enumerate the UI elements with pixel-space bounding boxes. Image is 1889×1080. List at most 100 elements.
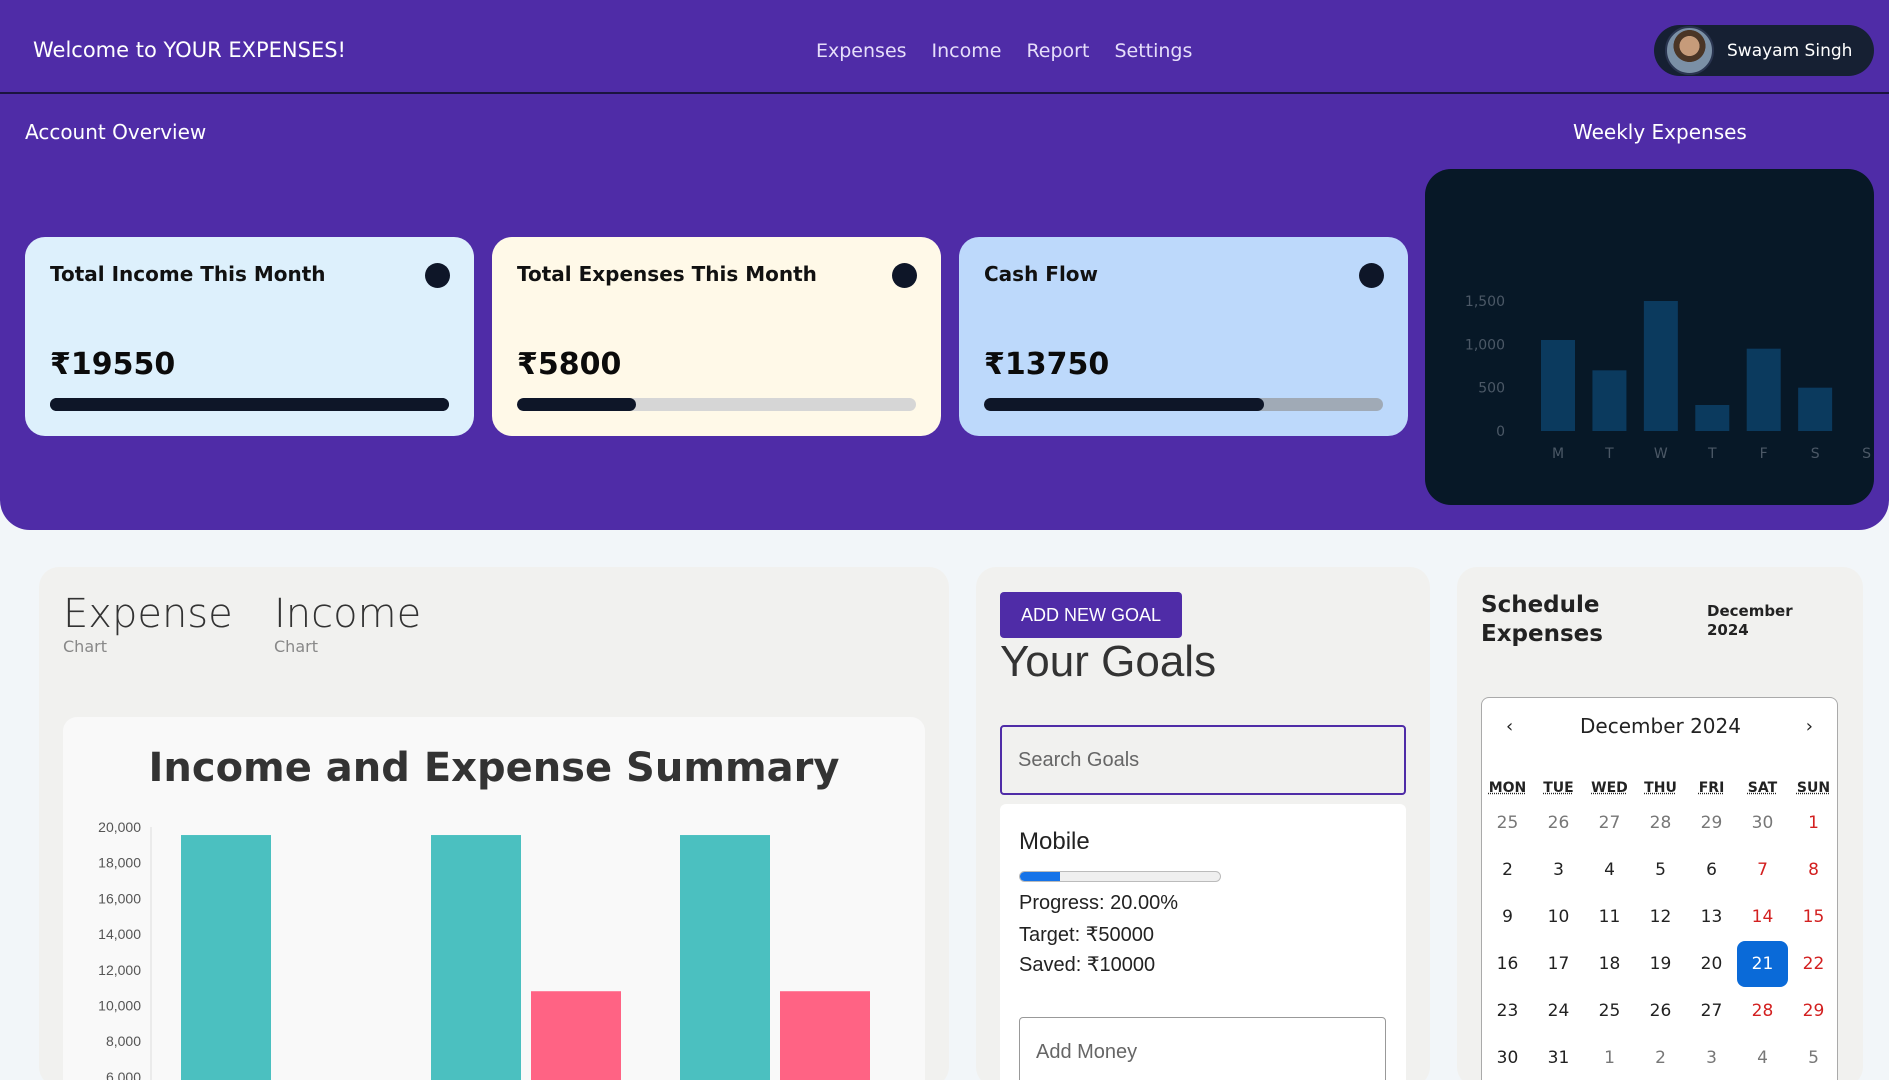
calendar-day[interactable]: 30 [1737,800,1788,846]
goal-name: Mobile [1019,828,1090,855]
calendar-day[interactable]: 29 [1788,988,1839,1034]
calendar-day[interactable]: 2 [1635,1035,1686,1080]
calendar-day[interactable]: 16 [1482,941,1533,987]
calendar-day[interactable]: 29 [1686,800,1737,846]
calendar-day[interactable]: 14 [1737,894,1788,940]
calendar-day[interactable]: 6 [1686,847,1737,893]
calendar-day[interactable]: 21 [1737,941,1788,987]
calendar-day[interactable]: 26 [1635,988,1686,1034]
calendar-day[interactable]: 13 [1686,894,1737,940]
calendar-week-row: 2345678 [1482,847,1839,893]
calendar-day[interactable]: 9 [1482,894,1533,940]
calendar-day[interactable]: 20 [1686,941,1737,987]
calendar-day[interactable]: 22 [1788,941,1839,987]
user-name: Swayam Singh [1727,40,1853,61]
calendar-day[interactable]: 7 [1737,847,1788,893]
calendar-day[interactable]: 5 [1788,1035,1839,1080]
user-profile-button[interactable]: Swayam Singh [1654,25,1874,76]
welcome-text: Welcome to YOUR EXPENSES! [33,38,346,62]
calendar-day[interactable]: 1 [1584,1035,1635,1080]
weekday-label: TUE [1543,780,1574,796]
tab-expense-chart[interactable]: Expense Chart [63,591,233,656]
calendar-day[interactable]: 3 [1533,847,1584,893]
calendar-day[interactable]: 2 [1482,847,1533,893]
calendar-day[interactable]: 26 [1533,800,1584,846]
calendar-day[interactable]: 3 [1686,1035,1737,1080]
x-tick-label: F [1760,446,1768,462]
calendar-week-row: 23 24 25 26 27 28 29 [1482,988,1839,1034]
calendar-day[interactable]: 5 [1635,847,1686,893]
y-tick-label: 1,000 [1465,337,1505,353]
calendar-weekday-header: MON TUE WED THU FRI SAT SUN [1482,780,1839,796]
search-goals-input[interactable] [1000,725,1406,795]
nav-link-report[interactable]: Report [1026,40,1089,62]
add-new-goal-button[interactable]: ADD NEW GOAL [1000,592,1182,638]
calendar-day[interactable]: 25 [1482,800,1533,846]
weekday-label: WED [1591,780,1628,796]
summary-bar [780,991,870,1080]
header-band: Welcome to YOUR EXPENSES! Expenses Incom… [0,0,1889,530]
calendar-day[interactable]: 28 [1635,800,1686,846]
calendar-day[interactable]: 17 [1533,941,1584,987]
calendar-day[interactable]: 25 [1584,988,1635,1034]
calendar-day[interactable]: 4 [1737,1035,1788,1080]
calendar-day[interactable]: 4 [1584,847,1635,893]
goal-card: Mobile Progress: 20.00% Target: ₹50000 S… [1000,804,1406,1080]
nav-links: Expenses Income Report Settings [816,40,1192,62]
goals-title: Your Goals [1000,637,1217,686]
calendar-day[interactable]: 18 [1584,941,1635,987]
y-tick-label: 500 [1478,381,1505,397]
avatar [1665,26,1714,75]
y-tick-label: 18,000 [98,855,141,871]
calendar-day[interactable]: 27 [1686,988,1737,1034]
calendar-day[interactable]: 8 [1788,847,1839,893]
y-tick-label: 16,000 [98,890,141,906]
schedule-expenses-panel: Schedule Expenses December 2024 ‹ Decemb… [1457,567,1863,1080]
calendar-day[interactable]: 30 [1482,1035,1533,1080]
goal-progress-text: Progress: 20.00% [1019,892,1178,914]
calendar-day[interactable]: 15 [1788,894,1839,940]
add-money-input[interactable] [1019,1017,1386,1080]
x-tick-label: S [1811,446,1820,462]
summary-bar [680,835,770,1080]
card-value: ₹13750 [984,347,1110,382]
x-tick-label: W [1654,446,1668,462]
calendar-week-row: 16 17 18 19 20 21 22 [1482,941,1839,987]
calendar-month-label[interactable]: December 2024 [1482,714,1839,738]
cash-flow-card: Cash Flow ₹13750 [959,237,1408,436]
calendar-day[interactable]: 19 [1635,941,1686,987]
navbar: Welcome to YOUR EXPENSES! Expenses Incom… [0,0,1889,94]
calendar-day[interactable]: 31 [1533,1035,1584,1080]
y-tick-label: 6,000 [106,1069,141,1080]
tab-label: Expense [63,591,233,637]
calendar-day[interactable]: 1 [1788,800,1839,846]
weekly-bar [1746,348,1781,431]
summary-chart-svg: 6,000 8,000 10,000 12,000 14,000 16,000 18,000… [98,819,870,1080]
summary-bar [531,991,621,1080]
nav-link-income[interactable]: Income [932,40,1002,62]
calendar-day[interactable]: 27 [1584,800,1635,846]
weekly-bar [1695,405,1730,431]
summary-bar [181,835,271,1080]
tab-income-chart[interactable]: Income Chart [274,591,421,656]
nav-link-expenses[interactable]: Expenses [816,40,907,62]
summary-bar [431,835,521,1080]
progress-track [517,398,916,411]
nav-link-settings[interactable]: Settings [1114,40,1192,62]
weekly-bar [1798,387,1833,431]
schedule-date: December 2024 [1707,602,1793,639]
weekly-chart-svg: 0 500 1,000 1,500 M T W T F S S [1465,294,1871,462]
calendar-next-button[interactable]: › [1806,716,1813,737]
tab-label: Income [274,591,422,637]
calendar-day[interactable]: 12 [1635,894,1686,940]
calendar-day[interactable]: 24 [1533,988,1584,1034]
calendar-day[interactable]: 10 [1533,894,1584,940]
card-value: ₹5800 [517,347,622,382]
status-dot-icon [892,263,917,288]
x-tick-label: T [1604,446,1614,462]
progress-fill [517,398,636,411]
calendar-day[interactable]: 23 [1482,988,1533,1034]
calendar-day[interactable]: 28 [1737,988,1788,1034]
calendar-day[interactable]: 11 [1584,894,1635,940]
card-label: Cash Flow [984,262,1099,286]
